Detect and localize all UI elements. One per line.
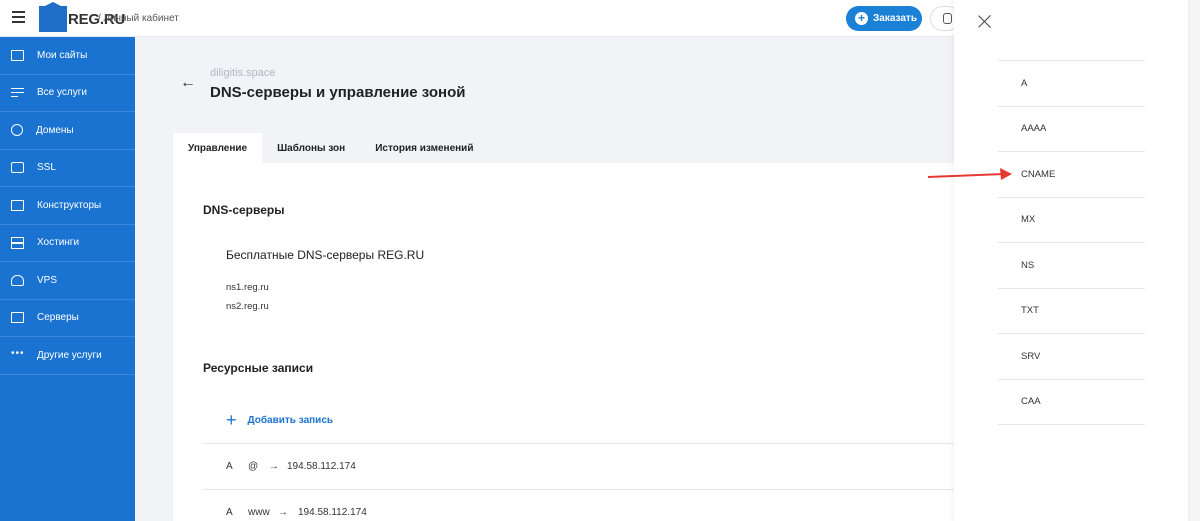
sidebar-item-hosting[interactable]: Хостинги xyxy=(0,225,135,262)
add-record-label: Добавить запись xyxy=(247,414,334,426)
back-arrow-icon[interactable]: ← xyxy=(180,74,196,92)
nameserver: ns1.reg.ru xyxy=(226,282,269,293)
sidebar-item-ssl[interactable]: SSL xyxy=(0,150,135,187)
sidebar-item-vps[interactable]: VPS xyxy=(0,262,135,300)
arrow-icon: → xyxy=(269,461,279,472)
sidebar-item-label: Хостинги xyxy=(37,237,80,249)
add-record-button[interactable]: + Добавить запись xyxy=(226,410,334,430)
record-host: @ xyxy=(248,461,259,472)
record-type-option-a[interactable]: A xyxy=(998,60,1145,106)
sidebar-item-label: Все услуги xyxy=(37,87,87,99)
builder-icon xyxy=(11,199,24,211)
sidebar-item-label: Домены xyxy=(36,124,74,136)
dns-heading: DNS-серверы xyxy=(203,203,285,217)
record-host: www xyxy=(248,507,270,518)
record-type: A xyxy=(226,461,233,472)
sidebar-item-builders[interactable]: Конструкторы xyxy=(0,187,135,225)
sidebar-item-other[interactable]: ••• Другие услуги xyxy=(0,337,135,375)
plus-icon: + xyxy=(855,12,868,25)
tab-management[interactable]: Управление xyxy=(173,133,263,163)
annotation-arrow-icon xyxy=(927,168,1012,180)
records-heading: Ресурсные записи xyxy=(203,361,314,375)
record-type: A xyxy=(226,507,233,518)
record-type-option-aaaa[interactable]: AAAA xyxy=(998,105,1145,152)
dns-servers-name: Бесплатные DNS-серверы REG.RU xyxy=(226,248,425,262)
coins-icon xyxy=(943,13,952,24)
ssl-icon xyxy=(11,162,24,174)
server-icon xyxy=(11,312,24,324)
hosting-icon xyxy=(11,237,24,250)
page-title: DNS-серверы и управление зоной xyxy=(210,84,466,101)
record-type-option-mx[interactable]: MX xyxy=(998,196,1145,243)
table-row[interactable]: A @ → 194.58.112.174 xyxy=(226,461,356,472)
tab-zone-templates[interactable]: Шаблоны зон xyxy=(262,133,360,163)
sidebar-item-label: Серверы xyxy=(37,312,79,324)
divider xyxy=(203,443,973,444)
scrollbar[interactable] xyxy=(1188,0,1200,521)
sidebar-item-label: Другие услуги xyxy=(37,349,102,361)
sidebar: Мои сайты Все услуги Домены SSL Конструк… xyxy=(0,37,135,521)
sidebar-item-servers[interactable]: Серверы xyxy=(0,300,135,337)
record-type-option-srv[interactable]: SRV xyxy=(998,333,1145,379)
sidebar-item-label: Конструкторы xyxy=(37,199,102,211)
plus-icon: + xyxy=(226,410,237,430)
record-type-option-caa[interactable]: CAA xyxy=(998,378,1145,425)
cloud-icon xyxy=(11,274,24,286)
arrow-icon: → xyxy=(278,507,288,518)
close-icon[interactable] xyxy=(978,14,992,28)
sidebar-item-all-services[interactable]: Все услуги xyxy=(0,75,135,112)
logo-mark xyxy=(39,2,67,32)
sidebar-item-label: Мои сайты xyxy=(37,49,88,61)
domain-name: diligitis.space xyxy=(210,67,276,79)
record-type-option-txt[interactable]: TXT xyxy=(998,287,1145,334)
divider xyxy=(998,424,1145,425)
record-type-option-cname[interactable]: CNAME xyxy=(998,151,1145,197)
record-value: 194.58.112.174 xyxy=(298,507,367,518)
globe-icon xyxy=(11,124,23,137)
divider xyxy=(203,489,973,490)
tab-history[interactable]: История изменений xyxy=(360,133,488,163)
order-label: Заказать xyxy=(873,13,917,24)
menu-icon[interactable] xyxy=(12,11,25,23)
sidebar-item-my-sites[interactable]: Мои сайты xyxy=(0,37,135,75)
sidebar-item-label: VPS xyxy=(37,274,58,286)
sidebar-item-label: SSL xyxy=(37,162,56,174)
table-row[interactable]: A www → 194.58.112.174 xyxy=(226,507,367,518)
more-icon: ••• xyxy=(11,347,25,359)
tabs: Управление Шаблоны зон История изменений xyxy=(173,133,488,163)
services-icon xyxy=(11,87,24,98)
record-type-option-ns[interactable]: NS xyxy=(998,242,1145,288)
sites-icon xyxy=(11,49,24,61)
breadcrumb[interactable]: / Личный кабинет xyxy=(98,13,179,24)
record-value: 194.58.112.174 xyxy=(287,461,356,472)
nameserver: ns2.reg.ru xyxy=(226,301,269,312)
sidebar-item-domains[interactable]: Домены xyxy=(0,112,135,150)
order-button[interactable]: + Заказать xyxy=(846,6,922,31)
